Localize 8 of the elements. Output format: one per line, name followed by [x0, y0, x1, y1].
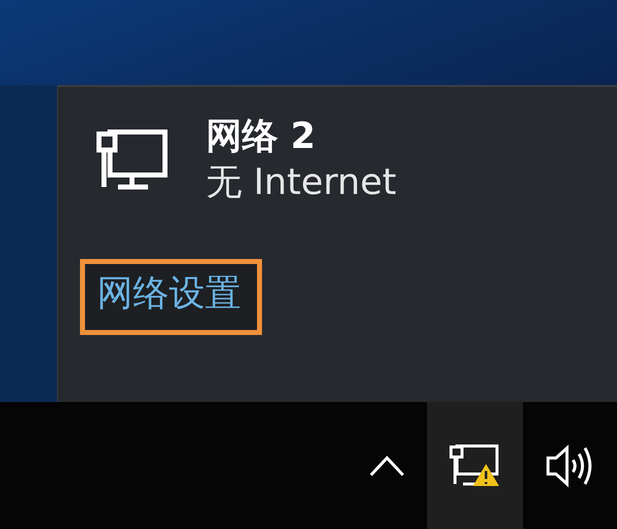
network-entry[interactable]: 网络 2 无 Internet — [80, 115, 617, 205]
network-status: 无 Internet — [206, 161, 396, 205]
network-warning-icon — [449, 444, 501, 488]
network-settings-link[interactable]: 网络设置 — [97, 273, 241, 314]
network-name: 网络 2 — [206, 115, 317, 159]
chevron-up-icon — [369, 454, 405, 476]
network-tray-button[interactable] — [427, 402, 523, 529]
monitor-icon — [96, 129, 168, 191]
